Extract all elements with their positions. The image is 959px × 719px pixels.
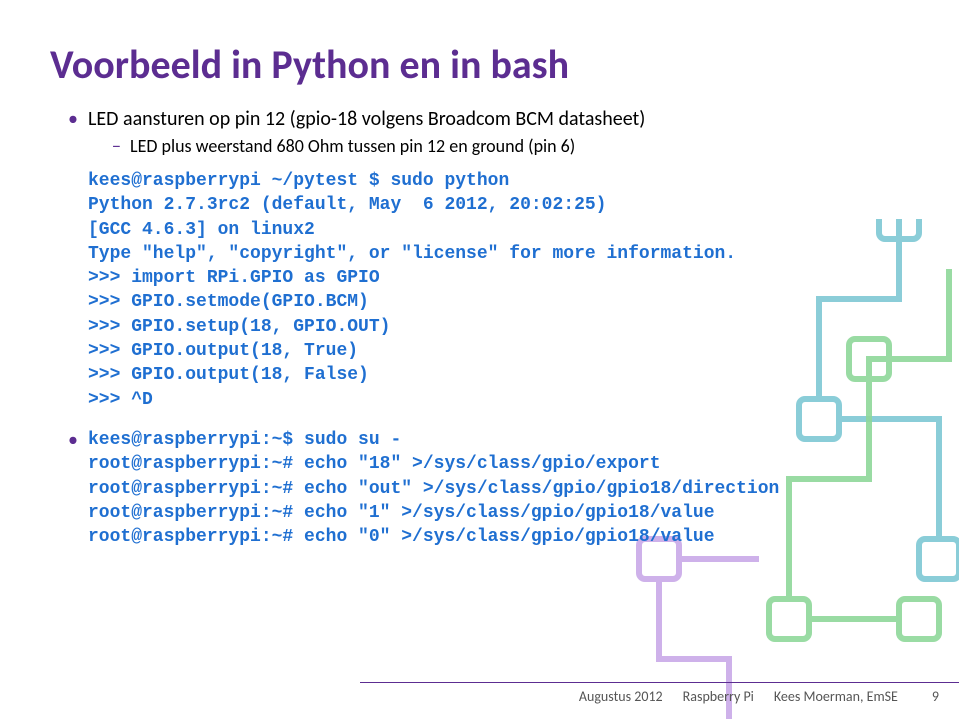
bash-code-block: kees@raspberrypi:~$ sudo su - root@raspb… <box>88 428 909 549</box>
python-code-block: kees@raspberrypi ~/pytest $ sudo python … <box>50 169 909 412</box>
slide-title: Voorbeeld in Python en in bash <box>50 40 909 89</box>
footer-topic: Raspberry Pi <box>683 688 754 705</box>
bullet-bash-block: kees@raspberrypi:~$ sudo su - root@raspb… <box>68 428 909 549</box>
bullet-text: LED aansturen op pin 12 (gpio-18 volgens… <box>88 107 645 131</box>
slide-number: 9 <box>932 688 939 705</box>
bullet-led-aansturen: LED aansturen op pin 12 (gpio-18 volgens… <box>68 107 909 157</box>
footer-author: Kees Moerman, EmSE <box>774 688 898 705</box>
sub-bullet-led-weerstand: LED plus weerstand 680 Ohm tussen pin 12… <box>112 135 909 157</box>
footer-divider <box>360 682 959 683</box>
footer-date: Augustus 2012 <box>579 688 663 705</box>
slide-footer: Augustus 2012 Raspberry Pi Kees Moerman,… <box>579 688 939 705</box>
